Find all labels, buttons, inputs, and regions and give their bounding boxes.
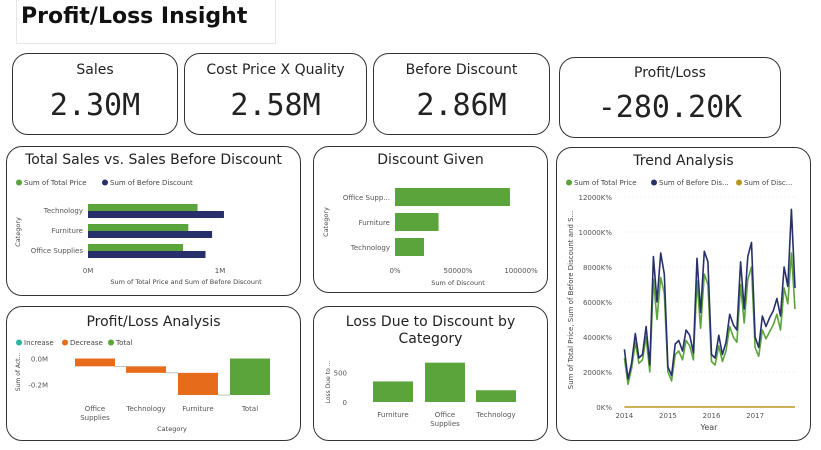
page-title-box: Profit/Loss Insight	[16, 0, 276, 44]
kpi-card-profit-loss[interactable]: Profit/Loss -280.20K	[559, 57, 781, 138]
card-trend-analysis[interactable]: Trend Analysis	[556, 147, 811, 441]
page-title: Profit/Loss Insight	[21, 4, 248, 29]
card-profit-loss-analysis[interactable]: Profit/Loss Analysis	[6, 306, 301, 441]
card-sales-vs-before[interactable]: Total Sales vs. Sales Before Discount	[6, 146, 301, 296]
kpi-label: Profit/Loss	[634, 65, 706, 81]
chart-title: Loss Due to Discount by Category	[345, 314, 516, 347]
kpi-value: 2.30M	[49, 88, 141, 123]
kpi-card-before-discount[interactable]: Before Discount 2.86M	[373, 53, 550, 135]
chart-title: Profit/Loss Analysis	[86, 314, 221, 330]
kpi-label: Sales	[76, 62, 114, 78]
kpi-card-cost-price[interactable]: Cost Price X Quality 2.58M	[184, 53, 367, 135]
chart-title: Total Sales vs. Sales Before Discount	[25, 152, 282, 168]
chart-title: Discount Given	[377, 152, 484, 168]
kpi-value: -280.20K	[597, 90, 743, 125]
card-loss-due-discount[interactable]: Loss Due to Discount by Category	[313, 306, 548, 441]
kpi-value: 2.58M	[230, 88, 321, 123]
chart-title: Trend Analysis	[633, 153, 734, 169]
kpi-value: 2.86M	[416, 88, 507, 123]
card-discount-given[interactable]: Discount Given	[313, 146, 548, 293]
kpi-card-sales[interactable]: Sales 2.30M	[12, 53, 178, 135]
kpi-label: Before Discount	[405, 62, 518, 78]
kpi-label: Cost Price X Quality	[206, 62, 345, 78]
